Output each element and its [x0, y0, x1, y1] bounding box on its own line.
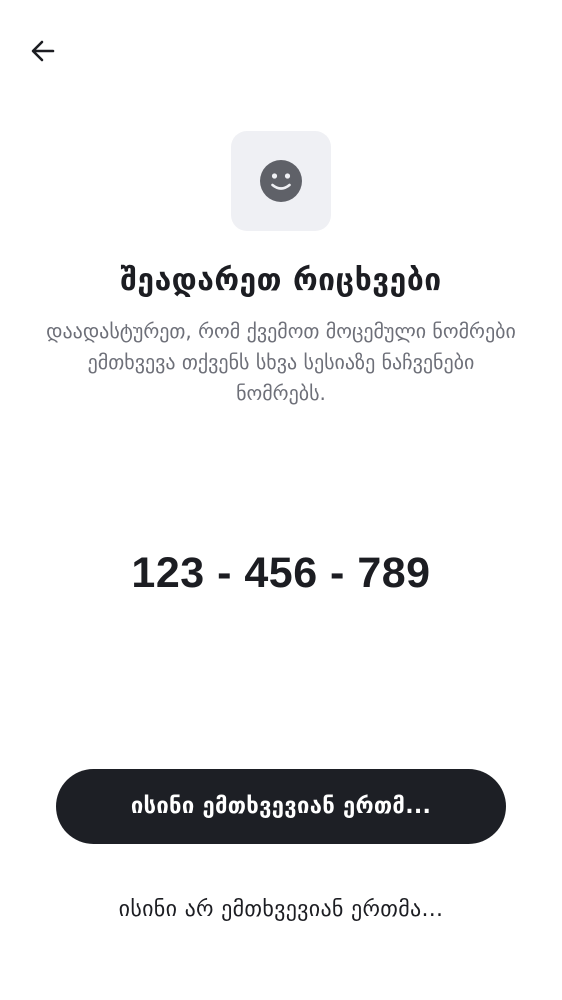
confirm-match-button[interactable]: ისინი ემთხვევიან ერთმ...	[56, 769, 506, 844]
page-description: დაადასტურეთ, რომ ქვემოთ მოცემული ნომრები…	[46, 319, 516, 405]
reject-match-button[interactable]: ისინი არ ემთხვევიან ერთმა...	[56, 883, 506, 935]
page-title: შეადარეთ რიცხვები	[120, 263, 442, 298]
verification-numbers: 123 - 456 - 789	[131, 549, 431, 597]
smiley-face-icon	[260, 160, 302, 202]
arrow-left-icon	[31, 40, 55, 62]
back-button[interactable]	[22, 30, 64, 72]
verification-icon-tile	[231, 131, 331, 231]
